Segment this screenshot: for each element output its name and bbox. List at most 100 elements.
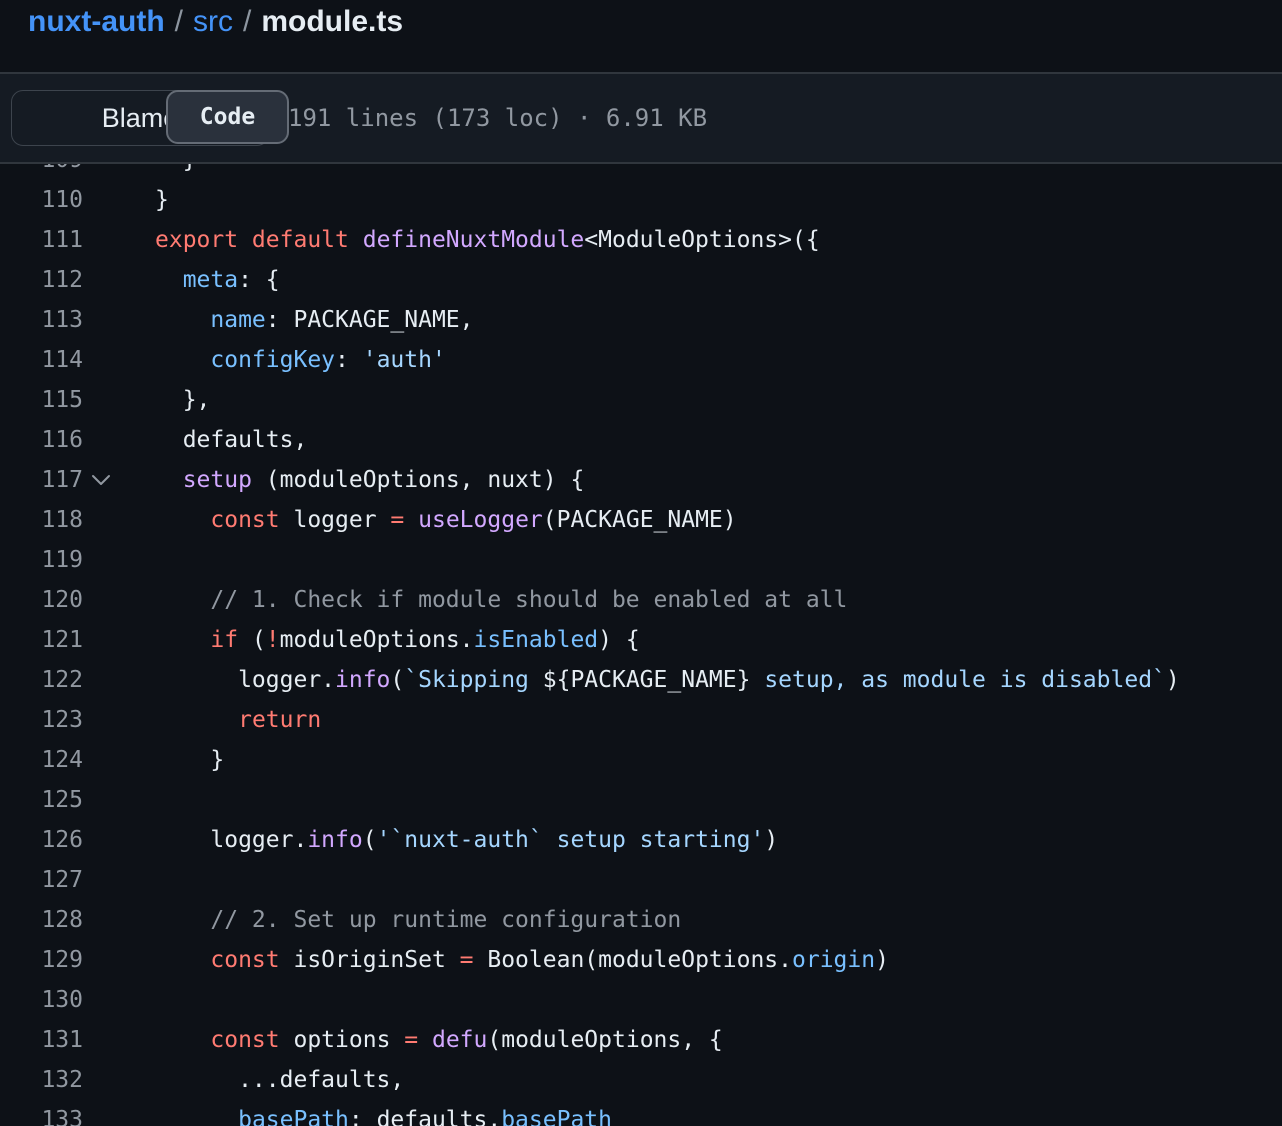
line-number[interactable]: 129 [0, 940, 83, 980]
code-token: defaults, [155, 427, 308, 453]
code-token: `Skipping [404, 667, 543, 693]
code-text: const logger = useLogger(PACKAGE_NAME) [155, 500, 737, 540]
line-number[interactable]: 115 [0, 380, 83, 420]
line-number[interactable]: 117 [0, 460, 83, 500]
code-token: <ModuleOptions>({ [584, 227, 820, 253]
code-token: Boolean(moduleOptions. [473, 947, 793, 973]
code-token: ( [362, 827, 377, 853]
code-view-button[interactable]: Code [166, 90, 289, 144]
line-number[interactable]: 112 [0, 260, 83, 300]
code-text: ...defaults, [155, 1060, 404, 1100]
code-token: = [459, 947, 474, 973]
line-number[interactable]: 121 [0, 620, 83, 660]
code-token: export default [155, 227, 363, 253]
code-token: isEnabled [473, 627, 599, 653]
line-number[interactable]: 116 [0, 420, 83, 460]
line-number[interactable]: 122 [0, 660, 83, 700]
code-token: } [155, 187, 169, 213]
code-text: basePath: defaults.basePath [155, 1100, 612, 1126]
code-token: logger [279, 507, 391, 533]
code-token: (moduleOptions, nuxt) { [251, 467, 585, 493]
line-number[interactable]: 114 [0, 340, 83, 380]
code-token: info [335, 667, 391, 693]
code-token: logger. [155, 667, 336, 693]
breadcrumb-folder-link[interactable]: src [193, 5, 233, 39]
line-number[interactable]: 123 [0, 700, 83, 740]
code-token: origin [792, 947, 876, 973]
code-token: isOriginSet [279, 947, 460, 973]
line-number[interactable]: 126 [0, 820, 83, 860]
code-token: if [210, 627, 239, 653]
line-number[interactable]: 120 [0, 580, 83, 620]
code-token: setup, as module is disabled` [750, 667, 1166, 693]
code-text: logger.info(`Skipping ${PACKAGE_NAME} se… [155, 660, 1180, 700]
code-token: basePath [238, 1107, 349, 1126]
code-text: } [155, 740, 224, 780]
code-token: meta [182, 267, 239, 293]
code-token: setup [182, 467, 252, 493]
line-number[interactable]: 124 [0, 740, 83, 780]
code-token: moduleOptions. [279, 627, 474, 653]
line-number[interactable]: 118 [0, 500, 83, 540]
chevron-down-icon[interactable] [90, 460, 112, 500]
code-token: ! [265, 627, 280, 653]
code-token: ...defaults, [155, 1067, 405, 1093]
code-text: configKey: 'auth' [155, 340, 446, 380]
code-text: if (!moduleOptions.isEnabled) { [155, 620, 639, 660]
code-token: const [210, 507, 280, 533]
line-number[interactable]: 125 [0, 780, 83, 820]
code-token: } [155, 747, 225, 773]
breadcrumb-separator: / [242, 5, 252, 38]
code-token: const [210, 947, 280, 973]
breadcrumb-current-file: module.ts [261, 5, 404, 38]
file-toolbar: Code Blame 191 lines (173 loc) · 6.91 KB [0, 74, 1282, 162]
code-viewer[interactable]: 109 } 110} 111 export default defineNuxtMod… [0, 164, 1282, 1126]
code-token: defu [431, 1027, 488, 1053]
line-number[interactable]: 130 [0, 980, 83, 1020]
code-token: : [335, 347, 363, 373]
code-token: : defaults. [348, 1107, 502, 1126]
line-number[interactable]: 127 [0, 860, 83, 900]
code-token: basePath [501, 1107, 612, 1126]
code-token: 'auth' [362, 347, 446, 373]
code-text: }, [155, 380, 211, 420]
line-number[interactable]: 133 [0, 1100, 83, 1126]
code-token: logger. [155, 827, 308, 853]
code-token: configKey [210, 347, 336, 373]
line-number[interactable]: 110 [0, 180, 83, 220]
code-token: : { [238, 267, 280, 293]
code-token: options [279, 1027, 405, 1053]
code-text: // 2. Set up runtime configuration [155, 900, 681, 940]
line-number[interactable]: 131 [0, 1020, 83, 1060]
line-number[interactable]: 119 [0, 540, 83, 580]
code-token: useLogger [418, 507, 543, 533]
code-token: '`nuxt-auth` setup starting' [376, 827, 765, 853]
code-token: name [210, 307, 266, 333]
code-token: defineNuxtModule [362, 227, 585, 253]
code-text: // 1. Check if module should be enabled … [155, 580, 847, 620]
breadcrumb-separator: / [174, 5, 183, 38]
code-token: ) [764, 827, 779, 853]
breadcrumb: nuxt-auth / src / module.ts [28, 0, 403, 44]
line-number[interactable]: 111 [0, 220, 83, 260]
line-number[interactable]: 132 [0, 1060, 83, 1100]
code-text: const options = defu(moduleOptions, { [155, 1020, 722, 1060]
code-token: (PACKAGE_NAME) [542, 507, 737, 533]
line-number[interactable]: 113 [0, 300, 83, 340]
code-token: return [238, 707, 322, 733]
breadcrumb-repo-link[interactable]: nuxt-auth [28, 5, 165, 39]
line-number[interactable]: 128 [0, 900, 83, 940]
code-token: info [307, 827, 363, 853]
code-text: const isOriginSet = Boolean(moduleOption… [155, 940, 889, 980]
line-number[interactable]: 109 [0, 164, 83, 180]
code-text: meta: { [155, 260, 280, 300]
